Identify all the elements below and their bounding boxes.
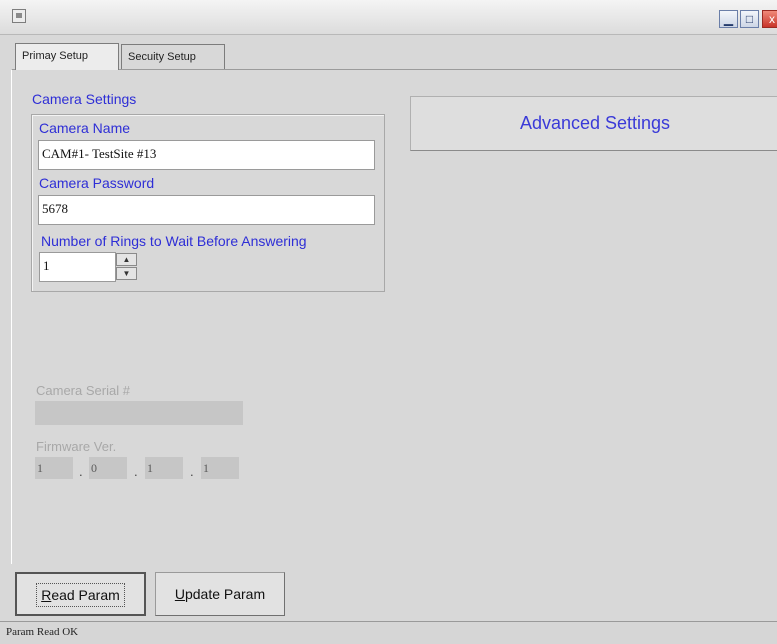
rings-increment-button[interactable]: ▲	[116, 253, 137, 266]
firmware-build-field: 1	[201, 457, 239, 479]
read-param-label: Read Param	[36, 583, 125, 607]
update-param-text: pdate Param	[184, 586, 266, 602]
tab-security-setup[interactable]: Secuity Setup	[121, 44, 225, 69]
rings-stepper-input[interactable]: 1	[39, 252, 116, 282]
minimize-button[interactable]: ▁	[719, 10, 738, 28]
rings-label: Number of Rings to Wait Before Answering	[41, 233, 307, 249]
spin-up-icon: ▲	[122, 255, 131, 264]
advanced-settings-button[interactable]: Advanced Settings	[410, 96, 777, 151]
firmware-separator: .	[134, 464, 138, 479]
read-param-button[interactable]: Read Param	[15, 572, 146, 616]
tab-label: Secuity Setup	[128, 51, 196, 63]
spin-down-icon: ▼	[122, 269, 131, 278]
close-button[interactable]: x	[762, 10, 777, 28]
camera-password-label: Camera Password	[39, 175, 155, 191]
update-param-button[interactable]: Update Param	[155, 572, 285, 616]
camera-serial-label: Camera Serial #	[36, 383, 130, 398]
update-param-mnemonic: U	[174, 586, 185, 602]
close-icon: x	[769, 12, 775, 26]
maximize-icon: □	[745, 12, 754, 26]
firmware-revision-field: 1	[145, 457, 183, 479]
read-param-mnemonic: R	[41, 587, 52, 603]
firmware-ver-label: Firmware Ver.	[36, 439, 117, 454]
camera-name-input[interactable]: CAM#1- TestSite #13	[38, 140, 375, 170]
maximize-button[interactable]: □	[740, 10, 759, 28]
status-text: Param Read OK	[6, 626, 79, 638]
firmware-minor-field: 0	[89, 457, 127, 479]
camera-settings-group-label: Camera Settings	[32, 91, 137, 107]
camera-name-label: Camera Name	[39, 120, 131, 136]
tab-label: Primay Setup	[22, 50, 89, 62]
camera-password-input[interactable]: 5678	[38, 195, 375, 225]
status-bar: Param Read OK	[0, 621, 777, 644]
title-bar[interactable]: ▁ □ x	[0, 0, 777, 35]
minimize-icon: ▁	[723, 12, 734, 26]
camera-serial-field	[35, 401, 243, 425]
app-window: ▁ □ x Primay Setup Secuity Setup Camera …	[0, 0, 777, 644]
app-icon[interactable]	[12, 9, 26, 23]
rings-decrement-button[interactable]: ▼	[116, 267, 137, 280]
tab-primary-setup[interactable]: Primay Setup	[15, 43, 119, 70]
firmware-major-field: 1	[35, 457, 73, 479]
read-param-text: ead Param	[51, 587, 120, 603]
firmware-separator: .	[79, 464, 83, 479]
firmware-separator: .	[190, 464, 194, 479]
